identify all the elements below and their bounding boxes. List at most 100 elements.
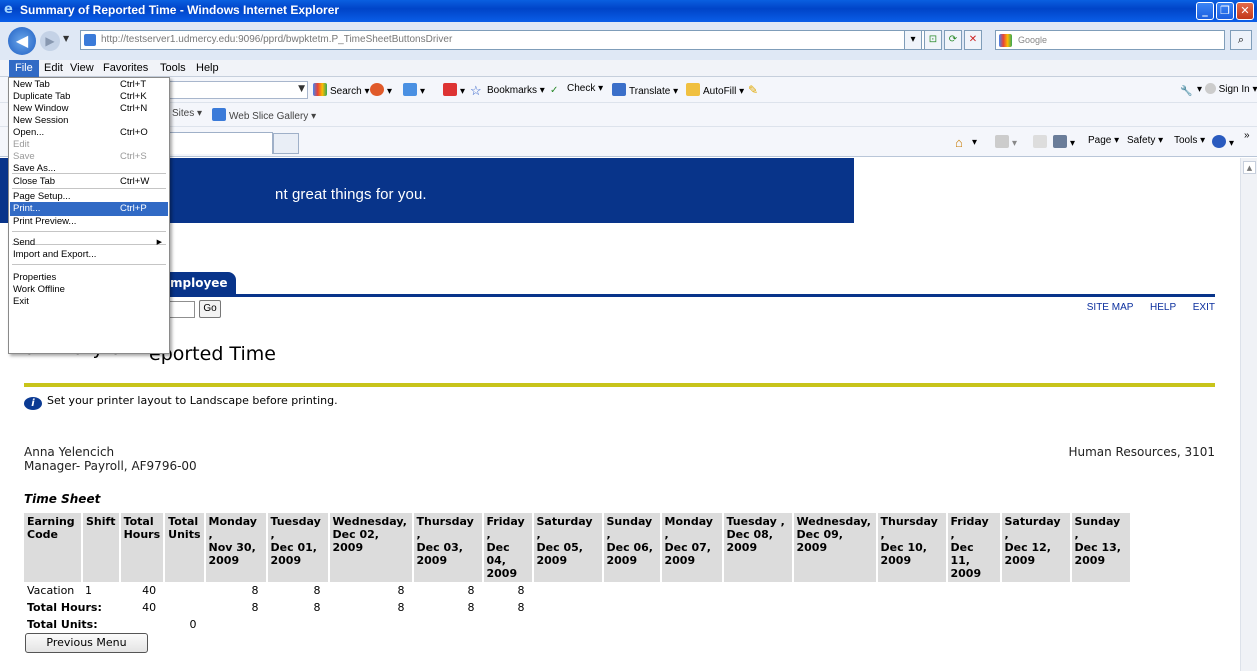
table-cell: 8: [251, 584, 259, 597]
file-menu-item-close-tab[interactable]: Close Tab Ctrl+W: [10, 176, 168, 188]
vertical-scrollbar[interactable]: ▲: [1240, 158, 1257, 671]
toolbar-check[interactable]: ✓ Check ▾: [550, 83, 603, 98]
column-header: Tuesday , Dec 01, 2009: [266, 513, 330, 582]
suggested-sites[interactable]: Sites ▾: [172, 108, 202, 119]
file-menu-item-import-and-export[interactable]: Import and Export...: [10, 249, 168, 261]
file-menu-item-new-session[interactable]: New Session: [10, 115, 168, 127]
table-cell: [661, 582, 723, 599]
file-menu-item-save-as[interactable]: Save As...: [10, 163, 168, 175]
toolbar-sign-in[interactable]: 🔧 ▾ Sign In ▾: [1180, 83, 1257, 99]
page-menu[interactable]: Page ▾: [1088, 135, 1119, 146]
menu-file[interactable]: File: [9, 60, 39, 77]
web-slice-gallery[interactable]: Web Slice Gallery ▾: [212, 108, 316, 122]
info-message: i Set your printer layout to Landscape be…: [24, 394, 338, 410]
menu-favorites[interactable]: Favorites: [103, 62, 148, 74]
mail-button[interactable]: [1033, 135, 1050, 149]
search-go-icon[interactable]: ⌕: [1230, 30, 1252, 50]
column-header-line: Dec 11,: [950, 541, 974, 567]
maximize-button[interactable]: ❐: [1216, 2, 1234, 20]
toolbar-plus[interactable]: ▾: [403, 83, 425, 97]
toolbar-extras[interactable]: ▾: [370, 83, 392, 97]
file-menu-item-exit[interactable]: Exit: [10, 296, 168, 308]
table-cell: [267, 616, 329, 633]
new-tab-button[interactable]: [273, 133, 299, 154]
site-map-link[interactable]: SITE MAP: [1087, 302, 1134, 313]
menu-help[interactable]: Help: [196, 62, 219, 74]
highlighter-icon: ✎: [748, 83, 759, 97]
refresh-icon[interactable]: ⟳: [944, 30, 962, 50]
previous-menu-button[interactable]: Previous Menu: [25, 633, 148, 653]
menu-edit[interactable]: Edit: [44, 62, 63, 74]
department: Human Resources, 3101: [1068, 445, 1215, 459]
forward-button[interactable]: ▶: [40, 31, 60, 51]
toolbar-popup[interactable]: ▾: [443, 83, 465, 97]
column-header: Wednesday, Dec 09, 2009: [792, 513, 878, 582]
tab-employee[interactable]: mployee: [164, 272, 236, 294]
search-box[interactable]: Google: [995, 30, 1225, 50]
safety-menu[interactable]: Safety ▾: [1127, 135, 1163, 146]
toolbar-search-combo[interactable]: ▼: [168, 81, 308, 99]
table-cell: [661, 616, 723, 633]
exit-link[interactable]: EXIT: [1193, 302, 1215, 313]
go-button[interactable]: Go: [199, 300, 221, 318]
timesheet-header-row: Earning Code Shift Total Hours Total Units Mond…: [24, 513, 1132, 582]
toolbar-translate[interactable]: Translate ▾: [612, 83, 678, 97]
toolbar-overflow-icon[interactable]: »: [1244, 130, 1250, 141]
back-button[interactable]: ◀: [8, 27, 36, 55]
plus-icon: [403, 83, 417, 96]
file-menu-item-work-offline[interactable]: Work Offline: [10, 284, 168, 296]
address-row: ◀ ▶ ▼ http://testserver1.udmercy.edu:909…: [0, 22, 1257, 60]
timesheet-title: Time Sheet: [24, 492, 101, 506]
feeds-button[interactable]: ▾: [995, 135, 1017, 149]
table-cell: [947, 599, 1001, 616]
compatibility-icon[interactable]: ⊡: [924, 30, 942, 50]
menu-item-shortcut: Ctrl+W: [120, 176, 150, 187]
address-bar[interactable]: http://testserver1.udmercy.edu:9096/pprd…: [80, 30, 930, 50]
column-header-line: 2009: [726, 541, 758, 554]
tools-menu[interactable]: Tools ▾: [1174, 135, 1205, 146]
minimize-button[interactable]: _: [1196, 2, 1214, 20]
info-text: Set your printer layout to Landscape bef…: [47, 394, 338, 407]
toolbar-bookmarks[interactable]: ☆ Bookmarks ▾: [470, 83, 545, 98]
help-button[interactable]: ▾: [1212, 135, 1234, 149]
toolbar-highlight[interactable]: ✎: [748, 83, 765, 97]
table-cell: 40: [142, 601, 157, 614]
column-header-line: Dec 07,: [664, 541, 711, 554]
close-window-button[interactable]: ✕: [1236, 2, 1254, 20]
column-header: Wednesday, Dec 02, 2009: [328, 513, 414, 582]
table-cell: [723, 582, 793, 599]
menu-item-label: New Session: [13, 115, 69, 126]
file-menu-item-print-preview[interactable]: Print Preview...: [10, 216, 168, 228]
table-cell: [877, 616, 947, 633]
file-menu-item-new-window[interactable]: New Window Ctrl+N: [10, 103, 168, 115]
menu-item-shortcut: Ctrl+S: [120, 151, 147, 162]
file-menu-item-save[interactable]: Save Ctrl+S: [10, 151, 168, 163]
help-link[interactable]: HELP: [1150, 302, 1176, 313]
column-header-line: 2009: [416, 554, 448, 567]
home-button[interactable]: ⌂ ▾: [955, 135, 977, 150]
file-menu-item-duplicate-tab[interactable]: Duplicate Tab Ctrl+K: [10, 91, 168, 103]
top-links: SITE MAP HELP EXIT: [1073, 302, 1215, 313]
column-header-line: 2009: [536, 554, 568, 567]
scroll-up-icon[interactable]: ▲: [1243, 161, 1256, 174]
print-button[interactable]: ▾: [1053, 135, 1075, 149]
file-menu-item-new-tab[interactable]: New Tab Ctrl+T: [10, 79, 168, 91]
browser-tab[interactable]: [168, 132, 273, 154]
history-dropdown-icon[interactable]: ▼: [63, 34, 69, 43]
address-dropdown-icon[interactable]: ▾: [904, 30, 922, 50]
stop-icon[interactable]: ✕: [964, 30, 982, 50]
toolbar-search[interactable]: Search ▾: [313, 83, 370, 97]
menu-item-shortcut: Ctrl+N: [120, 103, 148, 114]
file-menu-item-properties[interactable]: Properties: [10, 272, 168, 284]
menu-view[interactable]: View: [70, 62, 94, 74]
toolbar-autofill[interactable]: AutoFill ▾: [686, 83, 744, 97]
menu-tools[interactable]: Tools: [160, 62, 186, 74]
table-row: Vacation 1 40 8 8 8 8 8: [24, 582, 1131, 599]
file-menu-item-send[interactable]: Send ▶: [10, 237, 168, 249]
menu-item-label: Save: [13, 151, 35, 162]
file-menu-item-open[interactable]: Open... Ctrl+O: [10, 127, 168, 139]
file-menu-item-edit[interactable]: Edit: [10, 139, 168, 151]
column-header-line: Total: [168, 515, 199, 528]
table-cell: 8: [397, 584, 405, 597]
file-menu-item-print[interactable]: Print... Ctrl+P: [10, 202, 168, 216]
